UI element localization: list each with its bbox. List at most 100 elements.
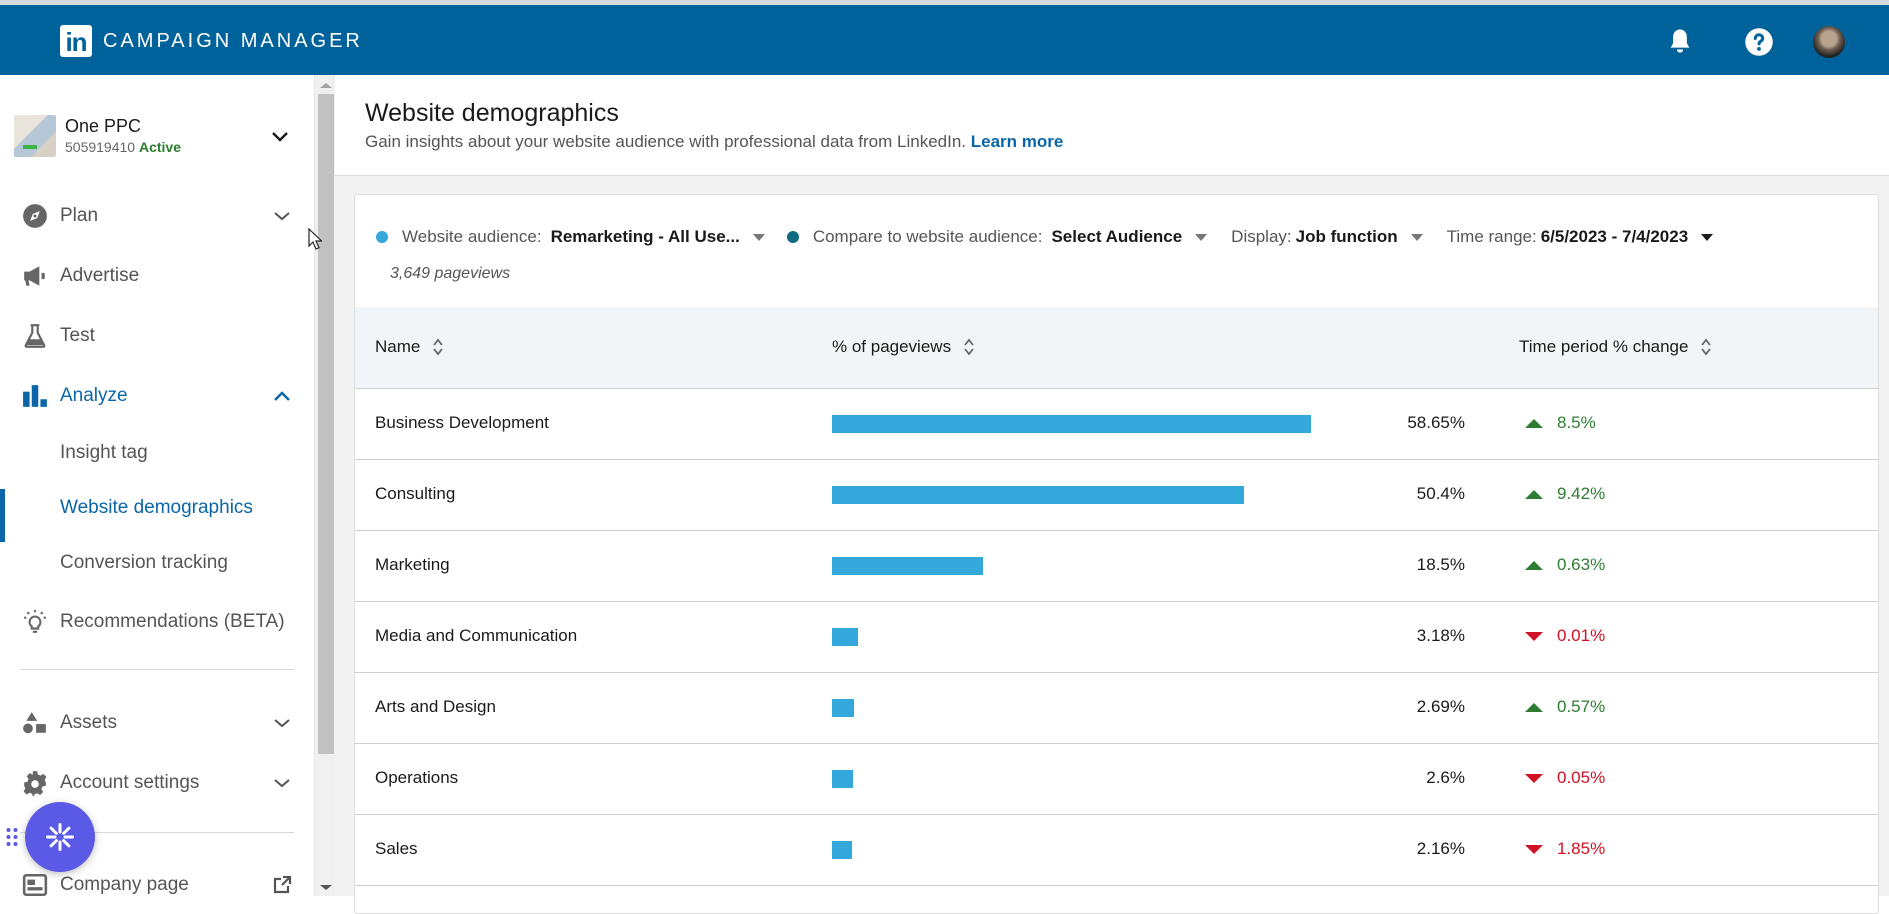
chevron-up-icon[interactable] <box>272 389 292 403</box>
filter-value: Remarketing - All Use... <box>550 227 740 246</box>
sidebar-item-recommendations[interactable]: Recommendations (BETA) <box>0 602 314 642</box>
filter-label: Display: <box>1231 227 1292 246</box>
pageviews-bar <box>832 770 853 788</box>
sidebar-item-account-settings[interactable]: Account settings <box>0 763 314 803</box>
change-value: 1.85% <box>1557 839 1606 858</box>
row-name: Arts and Design <box>375 697 496 716</box>
time-period-change: 0.57% <box>1525 697 1605 717</box>
time-range-dropdown[interactable]: Time range: 6/5/2023 - 7/4/2023 <box>1447 227 1714 247</box>
sort-icon[interactable] <box>963 337 975 357</box>
user-avatar[interactable] <box>1813 26 1845 58</box>
table-header: Name % of pageviews Time period % change <box>355 307 1878 389</box>
sidebar-item-label: Plan <box>60 205 99 226</box>
pageviews-percent: 2.6% <box>1426 768 1465 787</box>
sidebar-item-analyze[interactable]: Analyze <box>0 376 314 416</box>
pageviews-percent: 2.69% <box>1416 697 1465 716</box>
sidebar-scrollbar[interactable] <box>314 75 335 896</box>
linkedin-logo[interactable]: in <box>60 25 92 57</box>
external-link-icon[interactable] <box>272 876 292 894</box>
main-content: Website demographics Gain insights about… <box>335 75 1889 914</box>
website-audience-dropdown[interactable]: Website audience: Remarketing - All Use.… <box>376 227 765 247</box>
caret-down-icon <box>1410 233 1423 241</box>
compare-audience-dropdown[interactable]: Compare to website audience: Select Audi… <box>786 227 1208 247</box>
pageviews-bar <box>832 557 983 575</box>
pageviews-bar <box>832 415 1311 433</box>
triangle-up-icon <box>1525 418 1543 428</box>
scroll-down-arrow-icon[interactable] <box>320 885 332 890</box>
pageviews-bar <box>832 699 854 717</box>
table-row[interactable]: Arts and Design 2.69% 0.57% <box>355 673 1878 744</box>
column-header-name[interactable]: Name <box>375 337 444 357</box>
sidebar-item-label: Assets <box>60 712 118 733</box>
sort-icon[interactable] <box>432 337 444 357</box>
display-dropdown[interactable]: Display: Job function <box>1231 227 1423 247</box>
assistant-fab-button[interactable] <box>25 802 95 872</box>
account-id: 505919410 <box>65 139 136 155</box>
time-period-change: 0.63% <box>1525 555 1605 575</box>
sidebar-item-label: Analyze <box>60 385 128 406</box>
change-value: 0.05% <box>1557 768 1606 787</box>
chevron-down-icon[interactable] <box>272 716 292 730</box>
sidebar-divider <box>20 669 294 670</box>
bell-icon[interactable] <box>1665 27 1695 57</box>
pageviews-count: 3,649 pageviews <box>390 265 511 282</box>
scroll-up-arrow-icon[interactable] <box>320 83 332 88</box>
triangle-down-icon <box>1525 773 1543 783</box>
lightbulb-icon <box>21 608 49 636</box>
pageviews-bar <box>832 486 1244 504</box>
sidebar-item-label: Account settings <box>60 772 200 793</box>
compass-icon <box>21 202 49 230</box>
table-row[interactable]: Consulting 50.4% 9.42% <box>355 460 1878 531</box>
column-header-time-change[interactable]: Time period % change <box>1519 337 1712 357</box>
filter-value: 6/5/2023 - 7/4/2023 <box>1540 227 1689 246</box>
sidebar-item-label: Advertise <box>60 265 140 286</box>
drag-handle-icon[interactable] <box>6 827 18 847</box>
chevron-down-icon[interactable] <box>272 776 292 790</box>
change-value: 9.42% <box>1557 484 1606 503</box>
bar-chart-icon <box>21 382 49 410</box>
row-name: Sales <box>375 839 418 858</box>
scrollbar-thumb[interactable] <box>318 94 334 754</box>
sidebar-subitem-insight-tag[interactable]: Insight tag <box>0 434 314 474</box>
table-row[interactable]: Marketing 18.5% 0.63% <box>355 531 1878 602</box>
pageviews-bar <box>832 628 858 646</box>
table-row[interactable]: Media and Communication 3.18% 0.01% <box>355 602 1878 673</box>
time-period-change: 0.05% <box>1525 768 1605 788</box>
column-header-pageviews[interactable]: % of pageviews <box>832 337 975 357</box>
sidebar-subitem-conversion-tracking[interactable]: Conversion tracking <box>0 544 314 584</box>
filter-bar: Website audience: Remarketing - All Use.… <box>376 225 1714 249</box>
triangle-up-icon <box>1525 560 1543 570</box>
audience-color-dot <box>376 231 388 243</box>
sidebar-item-test[interactable]: Test <box>0 316 314 356</box>
row-name: Operations <box>375 768 459 787</box>
sidebar-item-advertise[interactable]: Advertise <box>0 256 314 296</box>
filter-label: Compare to website audience: <box>812 227 1043 246</box>
chevron-down-icon[interactable] <box>272 209 292 223</box>
flask-icon <box>21 322 49 350</box>
caret-down-icon <box>1701 233 1714 241</box>
caret-down-icon <box>752 233 765 241</box>
shapes-icon <box>21 709 49 737</box>
sidebar-item-plan[interactable]: Plan <box>0 196 314 236</box>
demographics-card: Website audience: Remarketing - All Use.… <box>354 194 1879 914</box>
triangle-up-icon <box>1525 489 1543 499</box>
page-title: Website demographics <box>365 99 619 127</box>
sort-icon[interactable] <box>1700 337 1712 357</box>
chevron-down-icon[interactable] <box>270 130 290 144</box>
app-title[interactable]: CAMPAIGN MANAGER <box>103 30 363 53</box>
page-subtitle: Gain insights about your website audienc… <box>365 132 1063 152</box>
learn-more-link[interactable]: Learn more <box>971 132 1064 151</box>
filter-label: Time range: <box>1446 227 1537 246</box>
pageviews-percent: 58.65% <box>1407 413 1465 432</box>
time-period-change: 0.01% <box>1525 626 1605 646</box>
change-value: 0.63% <box>1557 555 1606 574</box>
time-period-change: 9.42% <box>1525 484 1605 504</box>
help-icon[interactable] <box>1744 27 1774 57</box>
filter-value: Job function <box>1295 227 1398 246</box>
column-label: % of pageviews <box>832 337 952 356</box>
sidebar-subitem-website-demographics[interactable]: Website demographics <box>0 489 314 542</box>
sidebar-item-assets[interactable]: Assets <box>0 703 314 743</box>
table-row[interactable]: Operations 2.6% 0.05% <box>355 744 1878 815</box>
table-row[interactable]: Business Development 58.65% 8.5% <box>355 389 1878 460</box>
table-row[interactable]: Sales 2.16% 1.85% <box>355 815 1878 886</box>
